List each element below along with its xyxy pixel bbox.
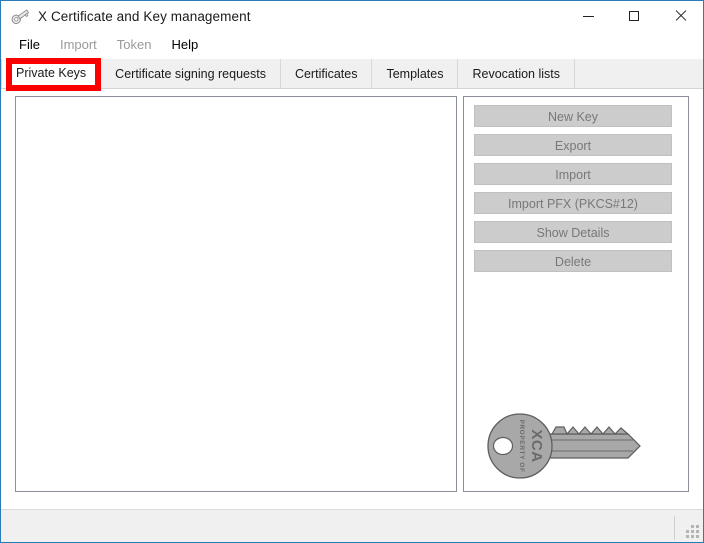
key-illustration: PROPERTY OF XCA	[478, 403, 658, 489]
import-button[interactable]: Import	[474, 163, 672, 185]
tab-bar: Private Keys Certificate signing request…	[1, 59, 703, 89]
window-title: X Certificate and Key management	[38, 9, 251, 24]
key-icon	[10, 6, 32, 26]
status-separator	[674, 516, 675, 540]
tab-templates[interactable]: Templates	[372, 59, 458, 88]
tab-private-keys[interactable]: Private Keys	[1, 59, 101, 88]
tab-certificates[interactable]: Certificates	[281, 59, 373, 88]
maximize-button[interactable]	[611, 1, 657, 31]
application-window: X Certificate and Key management File Im…	[0, 0, 704, 543]
minimize-button[interactable]	[565, 1, 611, 31]
menu-item-file[interactable]: File	[9, 34, 50, 55]
key-engraving-line1: PROPERTY OF	[518, 419, 525, 472]
private-keys-list[interactable]	[15, 96, 457, 492]
status-bar	[1, 509, 703, 542]
tab-revocation-lists[interactable]: Revocation lists	[458, 59, 575, 88]
new-key-button[interactable]: New Key	[474, 105, 672, 127]
show-details-button[interactable]: Show Details	[474, 221, 672, 243]
resize-grip-icon[interactable]	[686, 525, 699, 538]
close-icon	[674, 10, 686, 22]
title-bar: X Certificate and Key management	[1, 1, 703, 31]
menu-item-help[interactable]: Help	[162, 34, 209, 55]
import-pfx-button[interactable]: Import PFX (PKCS#12)	[474, 192, 672, 214]
delete-button[interactable]: Delete	[474, 250, 672, 272]
window-controls	[565, 1, 703, 31]
close-button[interactable]	[657, 1, 703, 31]
content-area: New Key Export Import Import PFX (PKCS#1…	[1, 89, 703, 509]
menu-item-import[interactable]: Import	[50, 34, 107, 55]
minimize-icon	[583, 16, 594, 17]
key-engraving-line2: XCA	[528, 429, 545, 462]
export-button[interactable]: Export	[474, 134, 672, 156]
actions-panel: New Key Export Import Import PFX (PKCS#1…	[463, 96, 689, 492]
action-button-stack: New Key Export Import Import PFX (PKCS#1…	[474, 105, 672, 279]
maximize-icon	[629, 11, 639, 21]
menu-bar: File Import Token Help	[1, 31, 703, 57]
tab-certificate-signing-requests[interactable]: Certificate signing requests	[101, 59, 281, 88]
menu-item-token[interactable]: Token	[107, 34, 162, 55]
